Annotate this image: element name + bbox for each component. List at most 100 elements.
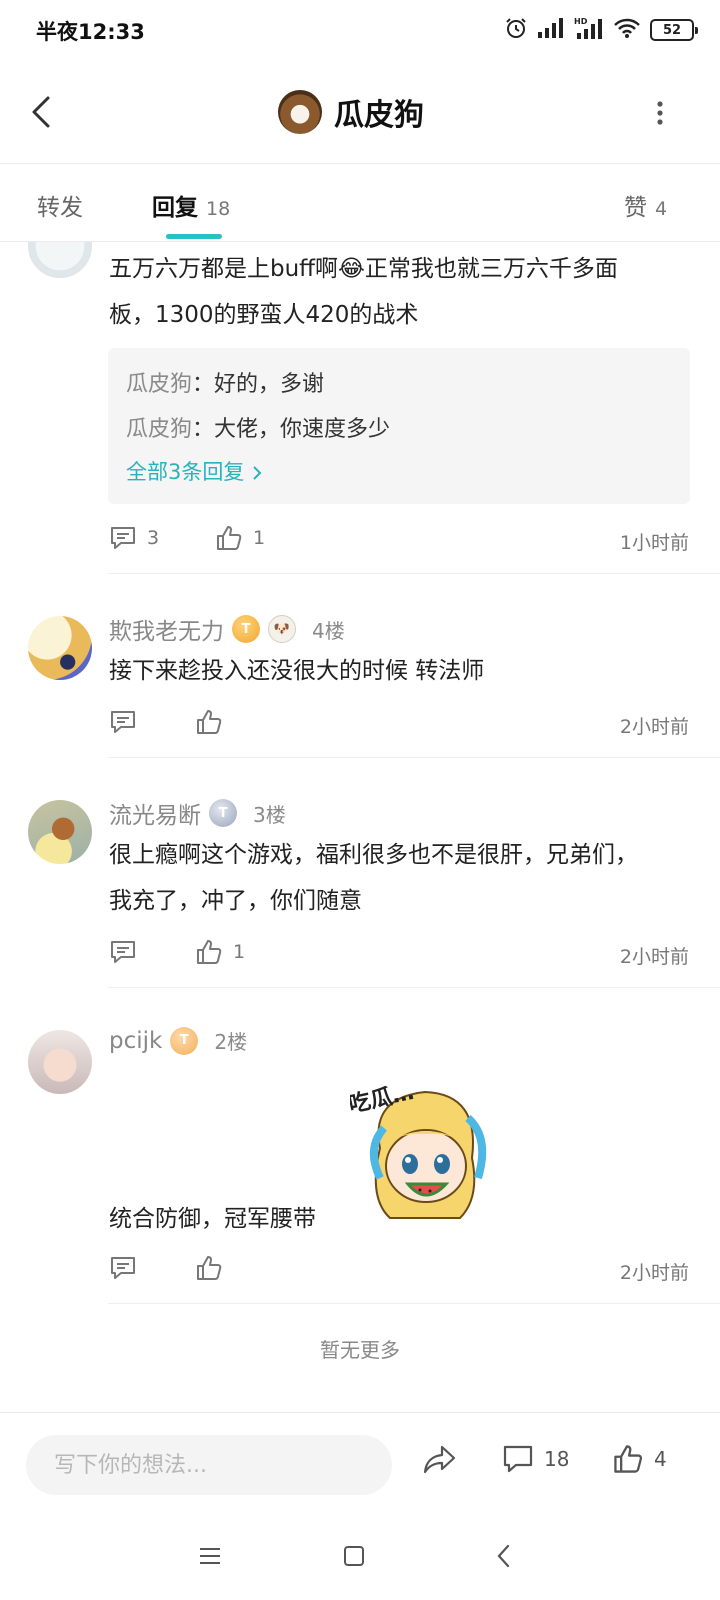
tab-forward[interactable]: 转发 [37,188,83,222]
comment-count: 18 [544,1447,570,1471]
like-button[interactable] [195,1254,223,1282]
alarm-icon [504,16,528,44]
status-icons: HD 52 [504,16,698,44]
thumbs-up-icon [197,1256,222,1280]
wifi-icon [613,17,641,43]
comment-text-line: 五万六万都是上buff啊😂正常我也就三万六千多面 [109,256,618,282]
status-bar: 半夜12:33 HD 52 [0,0,720,62]
header-title[interactable]: 瓜皮狗 [278,87,424,137]
level-badge-icon: T [170,1026,199,1055]
bottom-action-bar: 18 4 [0,1412,720,1512]
divider [108,1303,720,1304]
chevron-left-icon [32,96,50,128]
comment-button[interactable]: 18 [502,1443,569,1475]
reply-author[interactable]: 瓜皮狗 [126,417,192,442]
avatar[interactable] [28,242,92,278]
home-button[interactable] [334,1538,374,1574]
reply-item: 瓜皮狗：大佬，你速度多少 [126,407,672,452]
view-all-replies-link[interactable]: 全部3条回复 [126,452,672,492]
system-nav-bar [0,1512,720,1600]
tab-likes[interactable]: 赞4 [624,188,667,222]
back-button[interactable] [22,90,62,134]
tab-label: 回复 [152,195,198,221]
tab-replies[interactable]: 回复 18 [152,188,230,222]
comment-icon [111,527,135,549]
avatar[interactable] [278,90,322,134]
reply-text: 好的，多谢 [214,372,325,397]
pet-badge-icon: 🐶 [268,615,296,643]
comment-text: 统合防御，冠军腰带 [109,1196,689,1242]
comment-meta: 流光易断 T 3楼 [109,796,286,830]
comment-icon [111,1257,135,1279]
comment-actions: 1 2小时前 [109,938,689,972]
comment-meta: pcijk T 2楼 [109,1026,247,1055]
reply-preview-box[interactable]: 瓜皮狗：好的，多谢 瓜皮狗：大佬，你速度多少 全部3条回复 [108,348,690,504]
reply-count: 3 [147,527,160,549]
divider [108,757,720,758]
share-icon [423,1445,456,1474]
comment-icon [503,1445,533,1473]
comment-text-line: 很上瘾啊这个游戏，福利很多也不是很肝，兄弟们， [109,842,638,868]
menu-button[interactable] [190,1538,230,1574]
comment-meta: 欺我老无力 T 🐶 4楼 [109,612,345,646]
comment-text: 接下来趁投入还没很大的时候 转法师 [109,648,689,694]
svg-text:HD: HD [574,17,588,26]
like-count: 1 [253,527,266,549]
menu-icon [200,1548,220,1564]
more-vertical-icon [657,101,663,125]
comment-text-line: 统合防御，冠军腰带 [109,1206,316,1232]
comment-actions: 2小时前 [109,1254,689,1288]
timestamp: 2小时前 [619,946,689,968]
comment-actions: 3 1 1小时前 [109,524,689,558]
like-count: 1 [233,941,246,963]
username[interactable]: 欺我老无力 [109,612,224,646]
comment-text-line: 接下来趁投入还没很大的时候 转法师 [109,658,485,684]
reply-item: 瓜皮狗：好的，多谢 [126,362,672,407]
battery-icon: 52 [650,19,698,41]
username[interactable]: 流光易断 [109,796,201,830]
tab-bar: 转发 回复 18 赞4 [0,164,720,242]
reply-button[interactable] [109,1254,137,1282]
reply-separator: ： [192,372,215,397]
comment-actions: 2小时前 [109,708,689,742]
share-button[interactable] [422,1443,458,1477]
comment-input[interactable] [26,1435,392,1495]
comment-feed[interactable]: 五万六万都是上buff啊😂正常我也就三万六千多面 板，1300的野蛮人420的战… [0,242,720,1412]
avatar[interactable] [28,800,92,864]
timestamp: 1小时前 [619,532,689,554]
like-button[interactable]: 1 [195,938,245,966]
back-nav-button[interactable] [484,1538,524,1574]
thumbs-up-icon [197,940,222,964]
thumbs-up-icon [217,526,242,550]
tab-count: 18 [206,198,231,220]
signal-hd-icon: HD [574,16,604,44]
username[interactable]: pcijk [109,1028,162,1054]
reply-button[interactable] [109,938,137,966]
reply-button[interactable]: 3 [109,524,159,552]
floor-number: 3楼 [253,802,286,827]
avatar[interactable] [28,1030,92,1094]
like-button[interactable]: 4 [612,1443,667,1475]
view-all-replies-label: 全部3条回复 [126,460,245,484]
level-badge-icon: T [232,615,260,643]
reply-text: 大佬，你速度多少 [214,417,391,442]
comment-icon [111,941,135,963]
divider [108,573,720,574]
reply-author[interactable]: 瓜皮狗 [126,372,192,397]
comment-text-line: 我充了，冲了，你们随意 [109,888,362,914]
more-button[interactable] [650,100,670,126]
level-badge-icon: T [209,799,237,827]
tab-count: 4 [655,198,668,220]
no-more-text: 暂无更多 [320,1338,400,1362]
divider [108,987,720,988]
status-time: 半夜12:33 [36,20,145,44]
like-button[interactable] [195,708,223,736]
timestamp: 2小时前 [619,1262,689,1284]
comment-text: 五万六万都是上buff啊😂正常我也就三万六千多面 板，1300的野蛮人420的战… [109,246,689,338]
like-button[interactable]: 1 [215,524,265,552]
comment-icon [111,711,135,733]
page-title: 瓜皮狗 [334,98,424,133]
avatar[interactable] [28,616,92,680]
home-square-icon [344,1546,364,1566]
reply-button[interactable] [109,708,137,736]
